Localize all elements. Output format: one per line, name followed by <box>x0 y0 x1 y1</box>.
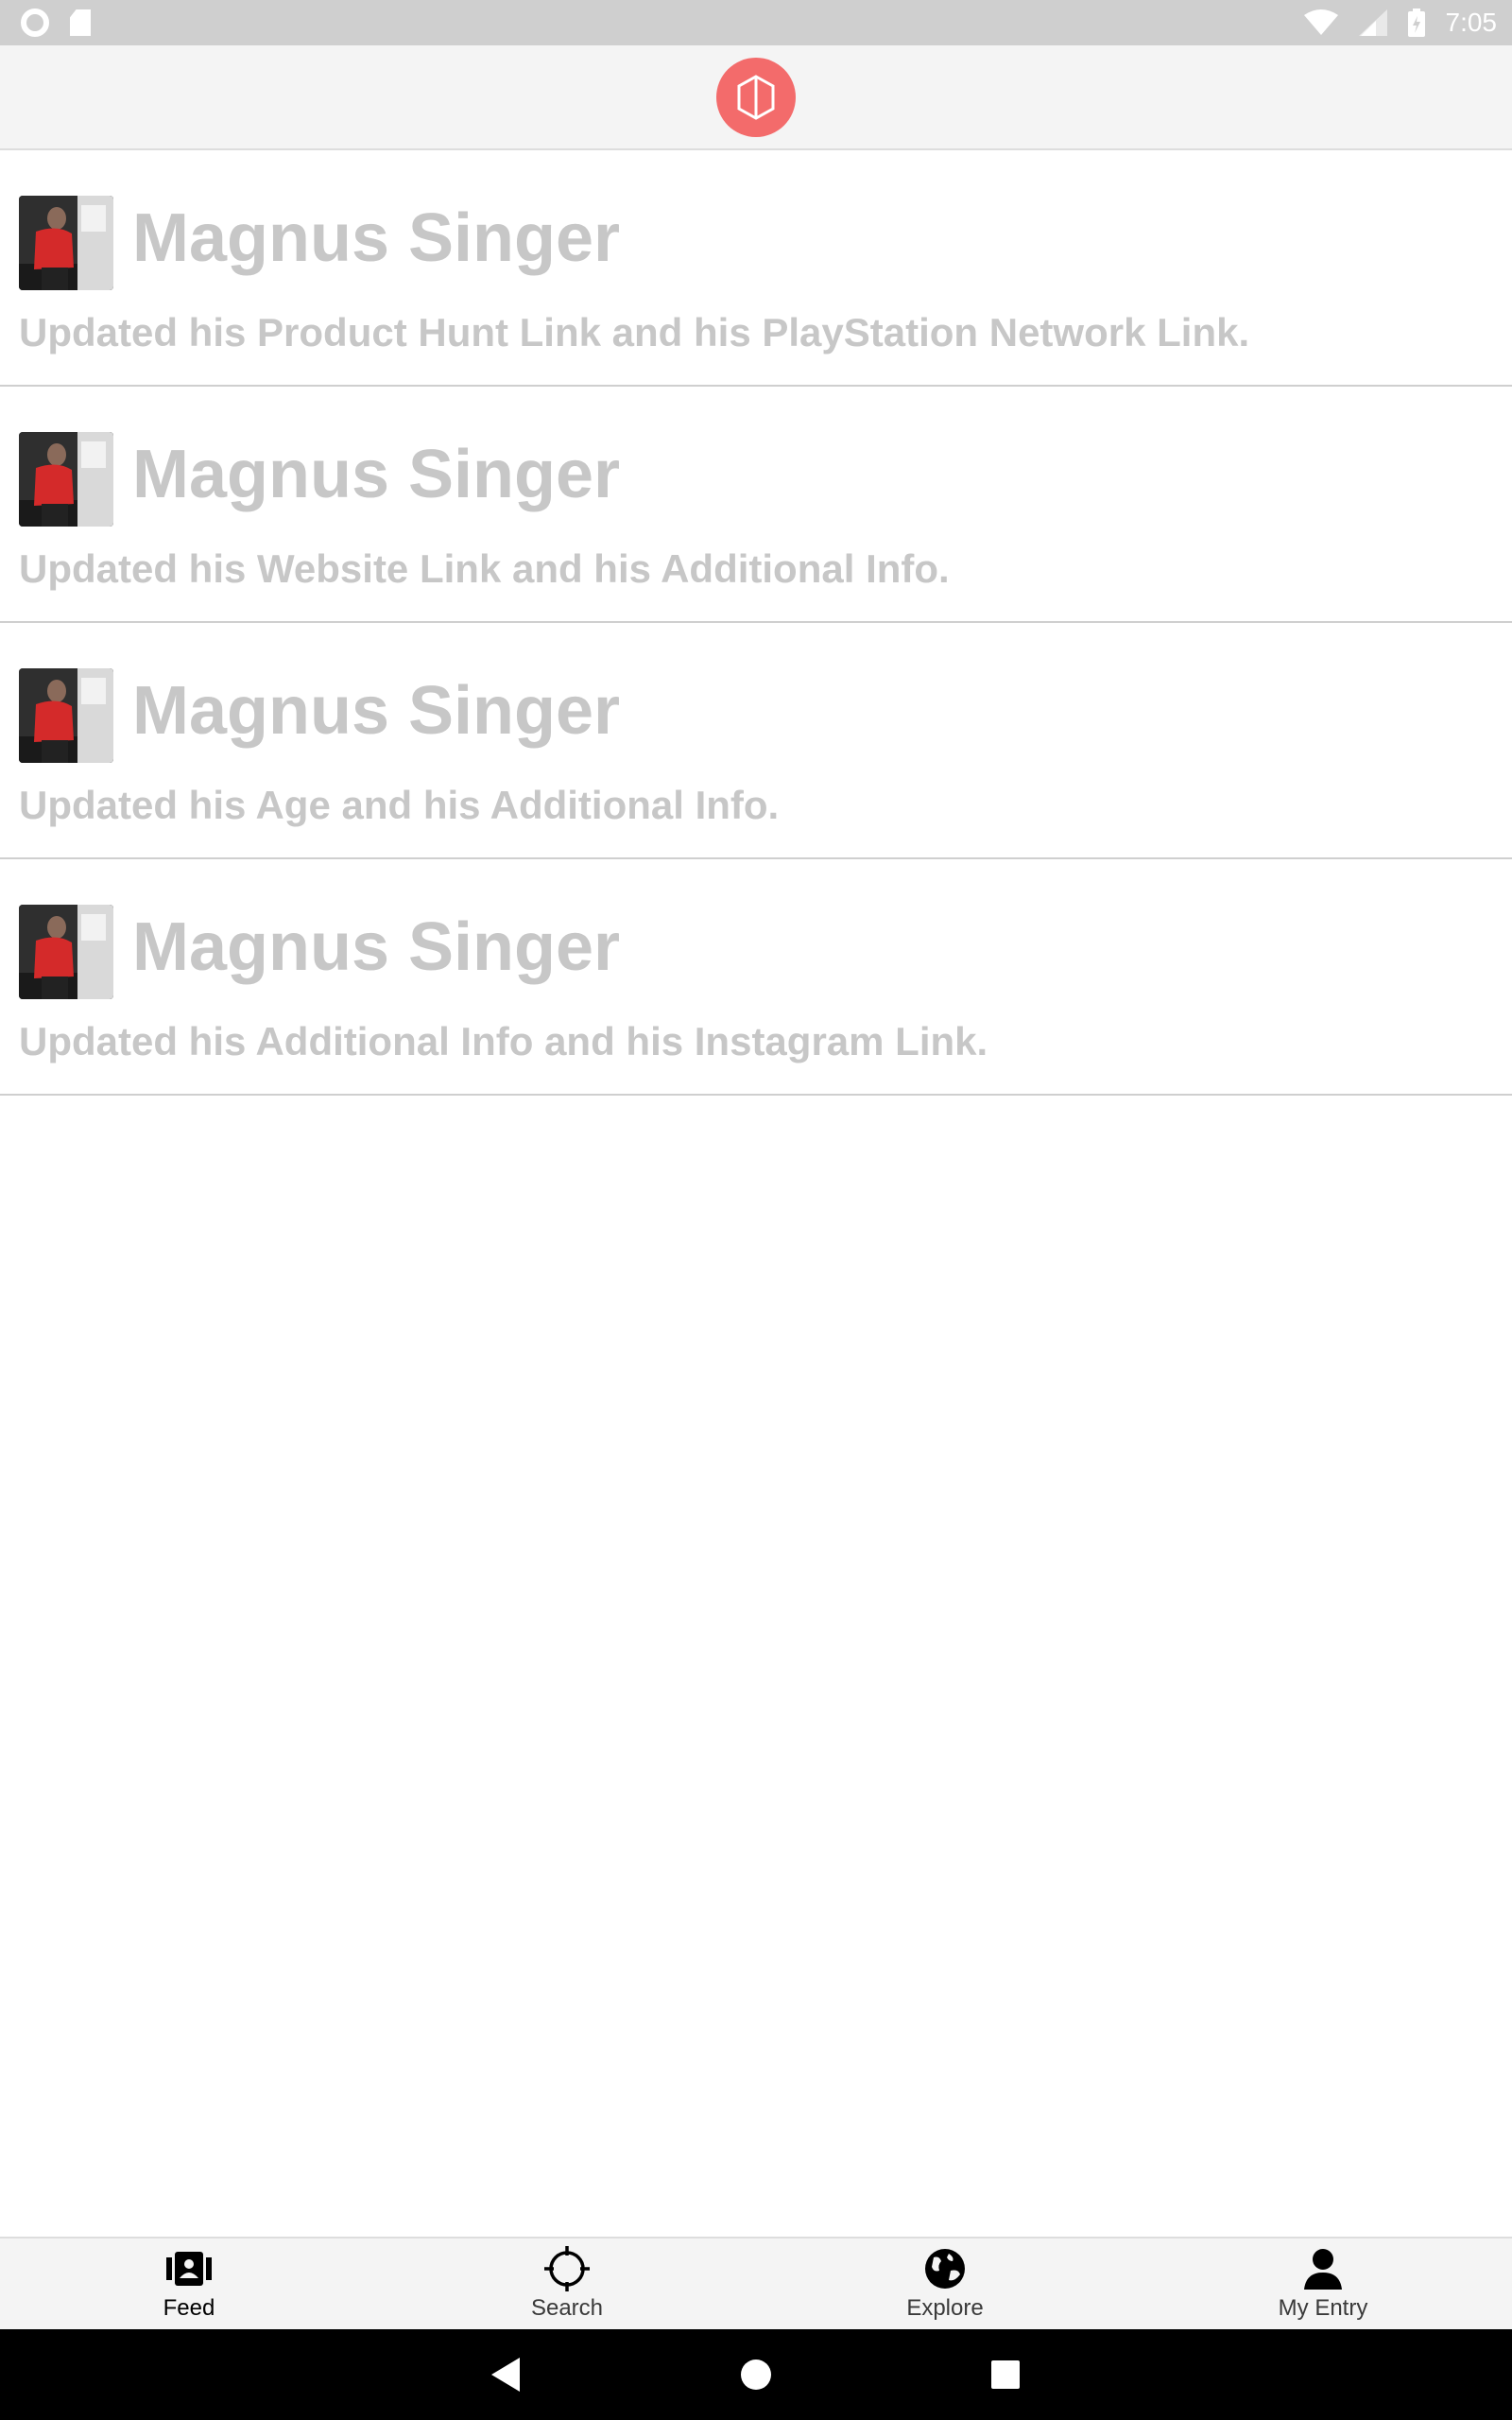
feed-item[interactable]: Magnus Singer Updated his Product Hunt L… <box>0 150 1512 387</box>
nav-item-feed[interactable]: Feed <box>0 2238 378 2329</box>
avatar[interactable] <box>19 196 113 290</box>
feed-update-text: Updated his Product Hunt Link and his Pl… <box>19 310 1250 354</box>
feed-user-name[interactable]: Magnus Singer <box>132 907 620 988</box>
sd-card-icon <box>70 9 91 36</box>
feed-update-text: Updated his Website Link and his Additio… <box>19 546 950 591</box>
feed-user-name[interactable]: Magnus Singer <box>132 198 620 279</box>
nav-item-explore[interactable]: Explore <box>756 2238 1134 2329</box>
feed-item[interactable]: Magnus Singer Updated his Additional Inf… <box>0 859 1512 1096</box>
app-bar <box>0 45 1512 150</box>
nav-item-my-entry[interactable]: My Entry <box>1134 2238 1512 2329</box>
feed-user-name[interactable]: Magnus Singer <box>132 670 620 752</box>
status-bar: 7:05 <box>0 0 1512 45</box>
feed-update-text: Updated his Additional Info and his Inst… <box>19 1019 988 1063</box>
signal-icon <box>1358 9 1387 36</box>
feed-update-text: Updated his Age and his Additional Info. <box>19 783 780 827</box>
app-logo-icon[interactable] <box>716 57 796 137</box>
recents-icon[interactable] <box>977 2346 1034 2403</box>
system-nav-bar <box>0 2329 1512 2420</box>
record-icon <box>21 9 49 37</box>
avatar[interactable] <box>19 905 113 999</box>
wifi-icon <box>1303 9 1338 35</box>
nav-label-feed: Feed <box>163 2295 215 2321</box>
feed-item[interactable]: Magnus Singer Updated his Website Link a… <box>0 387 1512 623</box>
crosshair-icon <box>542 2244 592 2293</box>
avatar[interactable] <box>19 668 113 763</box>
feed-icon <box>164 2244 214 2293</box>
feed-user-name[interactable]: Magnus Singer <box>132 434 620 515</box>
avatar[interactable] <box>19 432 113 527</box>
nav-label-explore: Explore <box>906 2295 984 2321</box>
feed-item[interactable]: Magnus Singer Updated his Age and his Ad… <box>0 623 1512 859</box>
globe-icon <box>920 2244 970 2293</box>
person-icon <box>1298 2244 1348 2293</box>
status-time: 7:05 <box>1445 8 1498 37</box>
back-icon[interactable] <box>478 2346 535 2403</box>
battery-icon <box>1407 9 1425 37</box>
nav-label-my-entry: My Entry <box>1278 2295 1368 2321</box>
home-icon[interactable] <box>728 2346 784 2403</box>
nav-label-search: Search <box>530 2295 604 2321</box>
nav-item-search[interactable]: Search <box>378 2238 756 2329</box>
bottom-nav: Feed Search Explore My Entry <box>0 2237 1512 2329</box>
feed-list: Magnus Singer Updated his Product Hunt L… <box>0 150 1512 1096</box>
